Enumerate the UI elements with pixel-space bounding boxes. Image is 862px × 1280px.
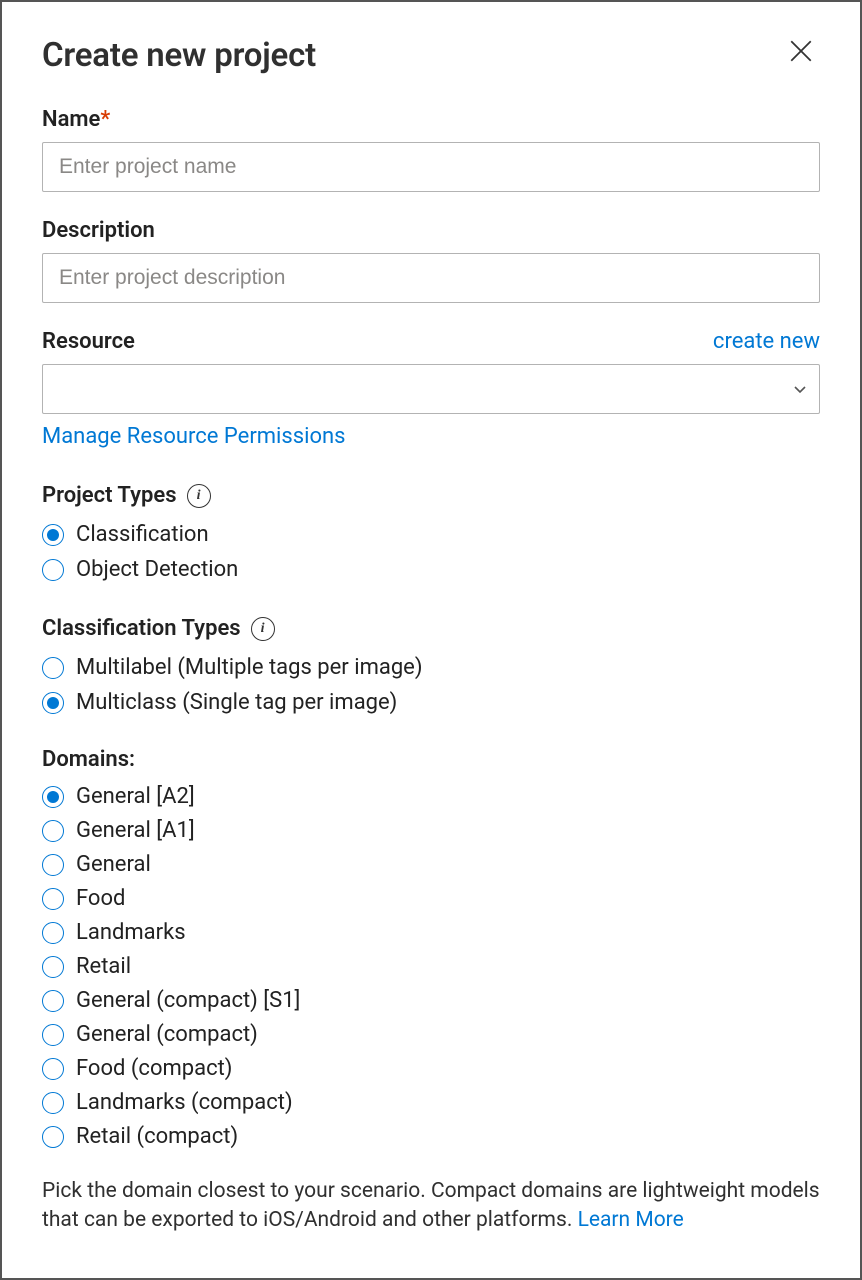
radio-label: Landmarks <box>76 920 186 945</box>
radio-label: General <box>76 852 151 877</box>
resource-label-row: Resource create new <box>42 329 820 354</box>
field-description: Description <box>42 218 820 303</box>
radio-domain-retail-compact[interactable]: Retail (compact) <box>42 1124 820 1149</box>
dialog-create-project: Create new project Name* Description Res… <box>0 0 862 1280</box>
radio-dot <box>42 956 64 978</box>
resource-select-wrap <box>42 364 820 414</box>
radio-domain-general-a1[interactable]: General [A1] <box>42 818 820 843</box>
radio-dot <box>42 657 64 679</box>
radio-domain-retail[interactable]: Retail <box>42 954 820 979</box>
radio-dot <box>42 922 64 944</box>
classification-types-header: Classification Types i <box>42 616 820 641</box>
required-asterisk: * <box>100 107 110 132</box>
radio-dot <box>42 854 64 876</box>
radio-label: General [A1] <box>76 818 195 843</box>
close-button[interactable] <box>788 38 814 64</box>
resource-label: Resource <box>42 329 135 354</box>
radio-label: Food <box>76 886 125 911</box>
radio-multilabel[interactable]: Multilabel (Multiple tags per image) <box>42 655 820 680</box>
project-types-header: Project Types i <box>42 483 820 508</box>
radio-label: Retail (compact) <box>76 1124 238 1149</box>
radio-label: Multiclass (Single tag per image) <box>76 690 397 715</box>
field-resource: Resource create new Manage Resource Perm… <box>42 329 820 449</box>
close-icon <box>788 38 814 64</box>
radio-domain-landmarks-compact[interactable]: Landmarks (compact) <box>42 1090 820 1115</box>
radio-dot <box>42 692 64 714</box>
radio-classification[interactable]: Classification <box>42 522 820 547</box>
name-label-text: Name <box>42 107 100 132</box>
learn-more-link[interactable]: Learn More <box>578 1208 684 1232</box>
radio-dot <box>42 559 64 581</box>
radio-label: General (compact) [S1] <box>76 988 300 1013</box>
radio-domain-general[interactable]: General <box>42 852 820 877</box>
radio-dot <box>42 820 64 842</box>
name-input[interactable] <box>42 142 820 192</box>
radio-label: General (compact) <box>76 1022 258 1047</box>
radio-dot <box>42 786 64 808</box>
radio-dot <box>42 888 64 910</box>
classification-types-group: Multilabel (Multiple tags per image) Mul… <box>42 655 820 715</box>
radio-domain-food[interactable]: Food <box>42 886 820 911</box>
dialog-body: Create new project Name* Description Res… <box>2 2 860 1278</box>
description-label: Description <box>42 218 820 243</box>
info-icon[interactable]: i <box>251 617 275 641</box>
resource-select[interactable] <box>42 364 820 414</box>
description-input[interactable] <box>42 253 820 303</box>
radio-label: Object Detection <box>76 557 238 582</box>
project-types-title: Project Types <box>42 483 177 508</box>
radio-domain-general-compact[interactable]: General (compact) <box>42 1022 820 1047</box>
radio-label: Food (compact) <box>76 1056 232 1081</box>
radio-domain-general-compact-s1[interactable]: General (compact) [S1] <box>42 988 820 1013</box>
project-types-group: Classification Object Detection <box>42 522 820 582</box>
dialog-header: Create new project <box>42 36 820 107</box>
info-icon[interactable]: i <box>187 484 211 508</box>
radio-dot <box>42 524 64 546</box>
domains-helper-text: Pick the domain closest to your scenario… <box>42 1179 820 1232</box>
radio-domain-food-compact[interactable]: Food (compact) <box>42 1056 820 1081</box>
manage-resource-link[interactable]: Manage Resource Permissions <box>42 424 346 449</box>
radio-label: General [A2] <box>76 784 195 809</box>
radio-label: Retail <box>76 954 131 979</box>
radio-dot <box>42 990 64 1012</box>
radio-dot <box>42 1058 64 1080</box>
create-resource-link[interactable]: create new <box>713 329 820 354</box>
domains-title: Domains: <box>42 747 820 772</box>
radio-label: Classification <box>76 522 209 547</box>
domains-group: General [A2] General [A1] General Food L… <box>42 784 820 1149</box>
radio-label: Landmarks (compact) <box>76 1090 293 1115</box>
name-label: Name* <box>42 107 820 132</box>
radio-dot <box>42 1092 64 1114</box>
classification-types-title: Classification Types <box>42 616 241 641</box>
radio-multiclass[interactable]: Multiclass (Single tag per image) <box>42 690 820 715</box>
domains-helper: Pick the domain closest to your scenario… <box>42 1177 820 1235</box>
radio-label: Multilabel (Multiple tags per image) <box>76 655 423 680</box>
radio-dot <box>42 1126 64 1148</box>
radio-dot <box>42 1024 64 1046</box>
radio-object-detection[interactable]: Object Detection <box>42 557 820 582</box>
radio-domain-landmarks[interactable]: Landmarks <box>42 920 820 945</box>
radio-domain-general-a2[interactable]: General [A2] <box>42 784 820 809</box>
dialog-title: Create new project <box>42 36 316 75</box>
field-name: Name* <box>42 107 820 192</box>
